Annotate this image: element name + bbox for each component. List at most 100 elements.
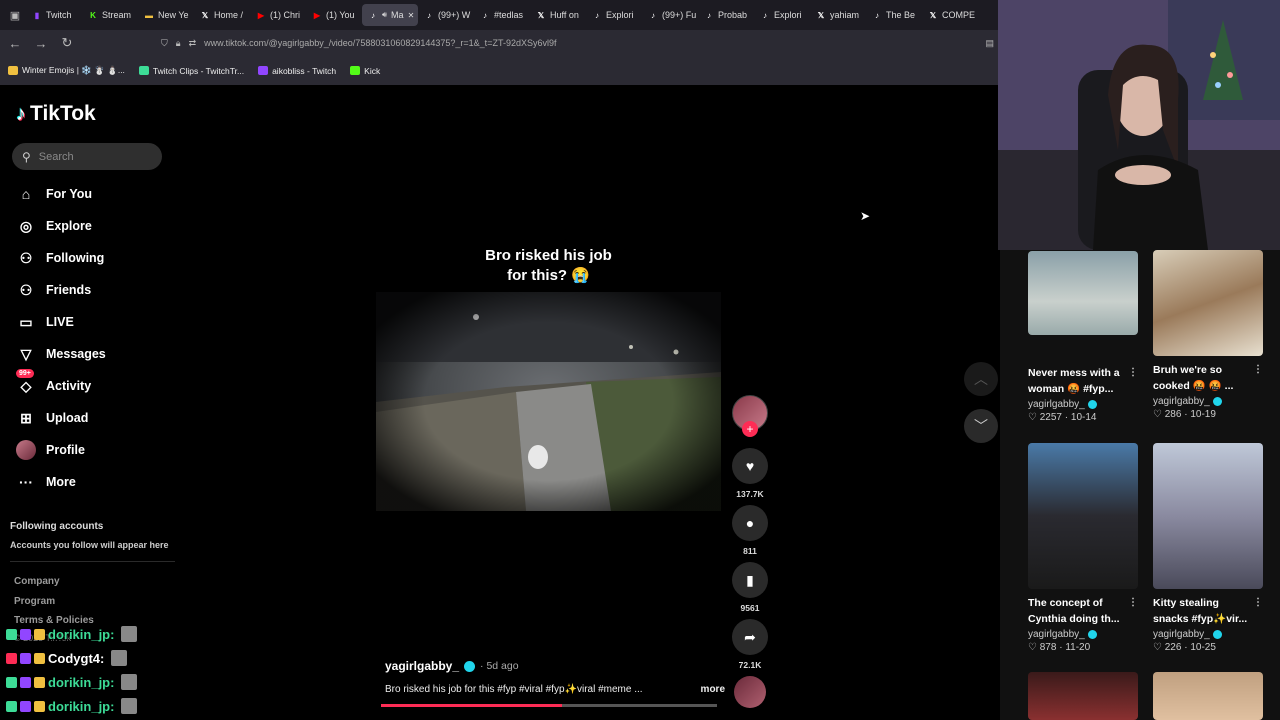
heart-outline-icon: ♡ <box>1028 412 1040 423</box>
card-author[interactable]: yagirlgabby_ <box>1153 396 1210 407</box>
browser-tab[interactable]: ♪ Explori <box>754 4 810 26</box>
bookmark-item[interactable]: Twitch Clips - TwitchTr... <box>138 66 244 76</box>
card-title[interactable]: The concept of Cynthia doing th... <box>1028 597 1120 625</box>
browser-tab[interactable]: 𝕏 Huff on <box>530 4 586 26</box>
reload-icon[interactable]: ↻ <box>56 32 78 54</box>
browser-tab[interactable]: 𝕏 COMPE <box>922 4 978 26</box>
recommended-video-card[interactable]: The concept of Cynthia doing th... ⋮ yagir… <box>1028 443 1138 653</box>
emote-icon <box>111 650 128 666</box>
more-options-icon[interactable]: ⋮ <box>1253 362 1263 378</box>
browser-tab[interactable]: ▮ Twitch <box>26 4 82 26</box>
browser-tab[interactable]: ♪ Probab <box>698 4 754 26</box>
chat-message: dorikin_jp: <box>6 694 176 718</box>
verified-icon <box>464 660 476 672</box>
recommended-video-card[interactable]: Kitty stealing snacks #fyp✨vir... ⋮ yagirl… <box>1153 443 1263 653</box>
browser-tab[interactable]: ▬ New Ye <box>138 4 194 26</box>
browser-tab[interactable]: 𝕏 Home / <box>194 4 250 26</box>
shield-icon[interactable]: ⛉ <box>161 38 168 49</box>
video-progress-bar[interactable] <box>381 704 717 707</box>
sidebar-item-label: Friends <box>46 283 92 297</box>
more-options-icon[interactable]: ⋮ <box>1253 595 1263 611</box>
sidebar-item-for-you[interactable]: ⌂ For You <box>16 184 92 204</box>
card-title[interactable]: Kitty stealing snacks #fyp✨vir... <box>1153 597 1247 625</box>
recommended-video-card[interactable]: Bruh we're so cooked 🤬 🤬 ... ⋮ yagirlgabby… <box>1153 250 1263 420</box>
sidebar-item-friends[interactable]: ⚇ Friends <box>16 280 91 300</box>
sidebar-item-activity[interactable]: ◇ 99+ Activity <box>16 369 91 396</box>
browser-tab[interactable]: 𝕏yahiam <box>810 4 866 26</box>
browser-tab[interactable]: ▶ (1) Chri <box>250 4 306 26</box>
reader-view-icon[interactable]: ▤ <box>985 38 994 49</box>
share-button[interactable]: ➦ <box>732 619 768 655</box>
card-author[interactable]: yagirlgabby_ <box>1028 629 1085 640</box>
tab-label: (1) You <box>326 10 355 20</box>
video-thumbnail[interactable] <box>1028 672 1138 720</box>
browser-tab[interactable]: ♪ (99+) W <box>418 4 474 26</box>
browser-tab[interactable]: ♪ (99+) Fu <box>642 4 698 26</box>
chat-username: dorikin_jp: <box>48 698 115 714</box>
bookmark-item[interactable]: aikobliss - Twitch <box>258 66 336 76</box>
sidebar-item-upload[interactable]: ⊞ Upload <box>16 408 88 428</box>
footer-link[interactable]: Program <box>14 596 55 607</box>
forward-icon[interactable]: → <box>30 32 52 54</box>
card-author[interactable]: yagirlgabby_ <box>1153 629 1210 640</box>
video-player[interactable] <box>376 292 721 511</box>
url-text[interactable]: www.tiktok.com/@yagirlgabby_/video/75880… <box>204 38 556 48</box>
verified-icon <box>1087 400 1097 409</box>
search-input[interactable]: ⚲ Search <box>12 143 162 170</box>
back-icon[interactable]: ← <box>4 32 26 54</box>
sidebar-item-live[interactable]: ▭ LIVE <box>16 312 73 332</box>
comment-button[interactable]: ● <box>732 505 768 541</box>
url-bar[interactable]: ⛉ 🔒︎ ⇄ www.tiktok.com/@yagirlgabby_/vide… <box>155 33 998 53</box>
recommended-video-card[interactable]: Never mess with a woman 🤬 #fyp... ⋮ yagirl… <box>1028 250 1138 423</box>
sidebar-item-explore[interactable]: ◎ Explore <box>16 216 92 236</box>
like-button[interactable]: ♥ <box>732 448 768 484</box>
browser-tab[interactable]: ♪ Explori <box>586 4 642 26</box>
next-video-button[interactable]: ﹀ <box>964 409 998 443</box>
chevron-up-icon: ︿ <box>974 371 988 387</box>
browser-tab[interactable]: K Stream <box>82 4 138 26</box>
separator-dot: · <box>1181 409 1191 420</box>
video-thumbnail[interactable] <box>1153 250 1263 356</box>
music-disc-icon[interactable] <box>734 676 766 708</box>
more-options-icon[interactable]: ⋮ <box>1128 595 1138 611</box>
card-title[interactable]: Bruh we're so cooked 🤬 🤬 ... <box>1153 364 1233 392</box>
browser-tab[interactable]: ♪ #tedlas <box>474 4 530 26</box>
more-link[interactable]: more <box>701 684 725 695</box>
video-author[interactable]: yagirlgabby_ · 5d ago <box>385 659 519 673</box>
previous-video-button[interactable]: ︿ <box>964 362 998 396</box>
browser-tab[interactable]: ♪ 🔊︎ Ma ✕ <box>362 4 418 26</box>
stream-chat-overlay: dorikin_jp: Codygt4: dorikin_jp: dorikin_jp… <box>6 622 176 718</box>
tiktok-logo[interactable]: ♪ TikTok <box>16 102 96 126</box>
video-thumbnail[interactable] <box>1028 443 1138 589</box>
speaker-icon[interactable]: 🔊︎ <box>382 10 387 20</box>
activity-icon: ◇ 99+ <box>16 369 36 396</box>
permissions-icon[interactable]: ⇄ <box>189 38 197 49</box>
browser-tab[interactable]: ▶ (1) You <box>306 4 362 26</box>
chat-message: dorikin_jp: <box>6 670 176 694</box>
bookmark-item[interactable]: Winter Emojis | ❄️ ☃️ ⛄... <box>8 65 125 76</box>
tab-label: The Be <box>886 10 916 20</box>
bookmark-item[interactable]: Kick <box>350 66 380 76</box>
lock-icon[interactable]: 🔒︎ <box>176 38 181 49</box>
close-tab-icon[interactable]: ✕ <box>408 11 415 20</box>
bookmark-favicon-icon <box>138 66 149 75</box>
sidebar-item-messages[interactable]: ▽ Messages <box>16 344 106 364</box>
video-thumbnail[interactable] <box>1153 672 1263 720</box>
more-options-icon[interactable]: ⋮ <box>1128 365 1138 381</box>
video-thumbnail[interactable] <box>1028 251 1138 335</box>
save-button[interactable]: ▮ <box>732 562 768 598</box>
browser-tab[interactable]: ♪ The Be <box>866 4 922 26</box>
card-author[interactable]: yagirlgabby_ <box>1028 399 1085 410</box>
follow-plus-icon[interactable]: + <box>742 421 758 437</box>
description-text: Bro risked his job for this #fyp #viral … <box>385 684 643 695</box>
sidebar-item-following[interactable]: ⚇ Following <box>16 248 105 268</box>
sidebar-item-profile[interactable]: Profile <box>16 440 85 460</box>
card-title[interactable]: Never mess with a woman 🤬 #fyp... <box>1028 367 1120 395</box>
bookmark-favicon-icon <box>8 66 18 75</box>
tab-label: yahiam <box>830 10 860 20</box>
sidebar-item-more[interactable]: ··· More <box>16 472 76 492</box>
tab-list-icon[interactable]: ▣ <box>4 9 26 22</box>
author-name[interactable]: yagirlgabby_ <box>385 659 459 673</box>
video-thumbnail[interactable] <box>1153 443 1263 589</box>
footer-link[interactable]: Company <box>14 576 60 587</box>
